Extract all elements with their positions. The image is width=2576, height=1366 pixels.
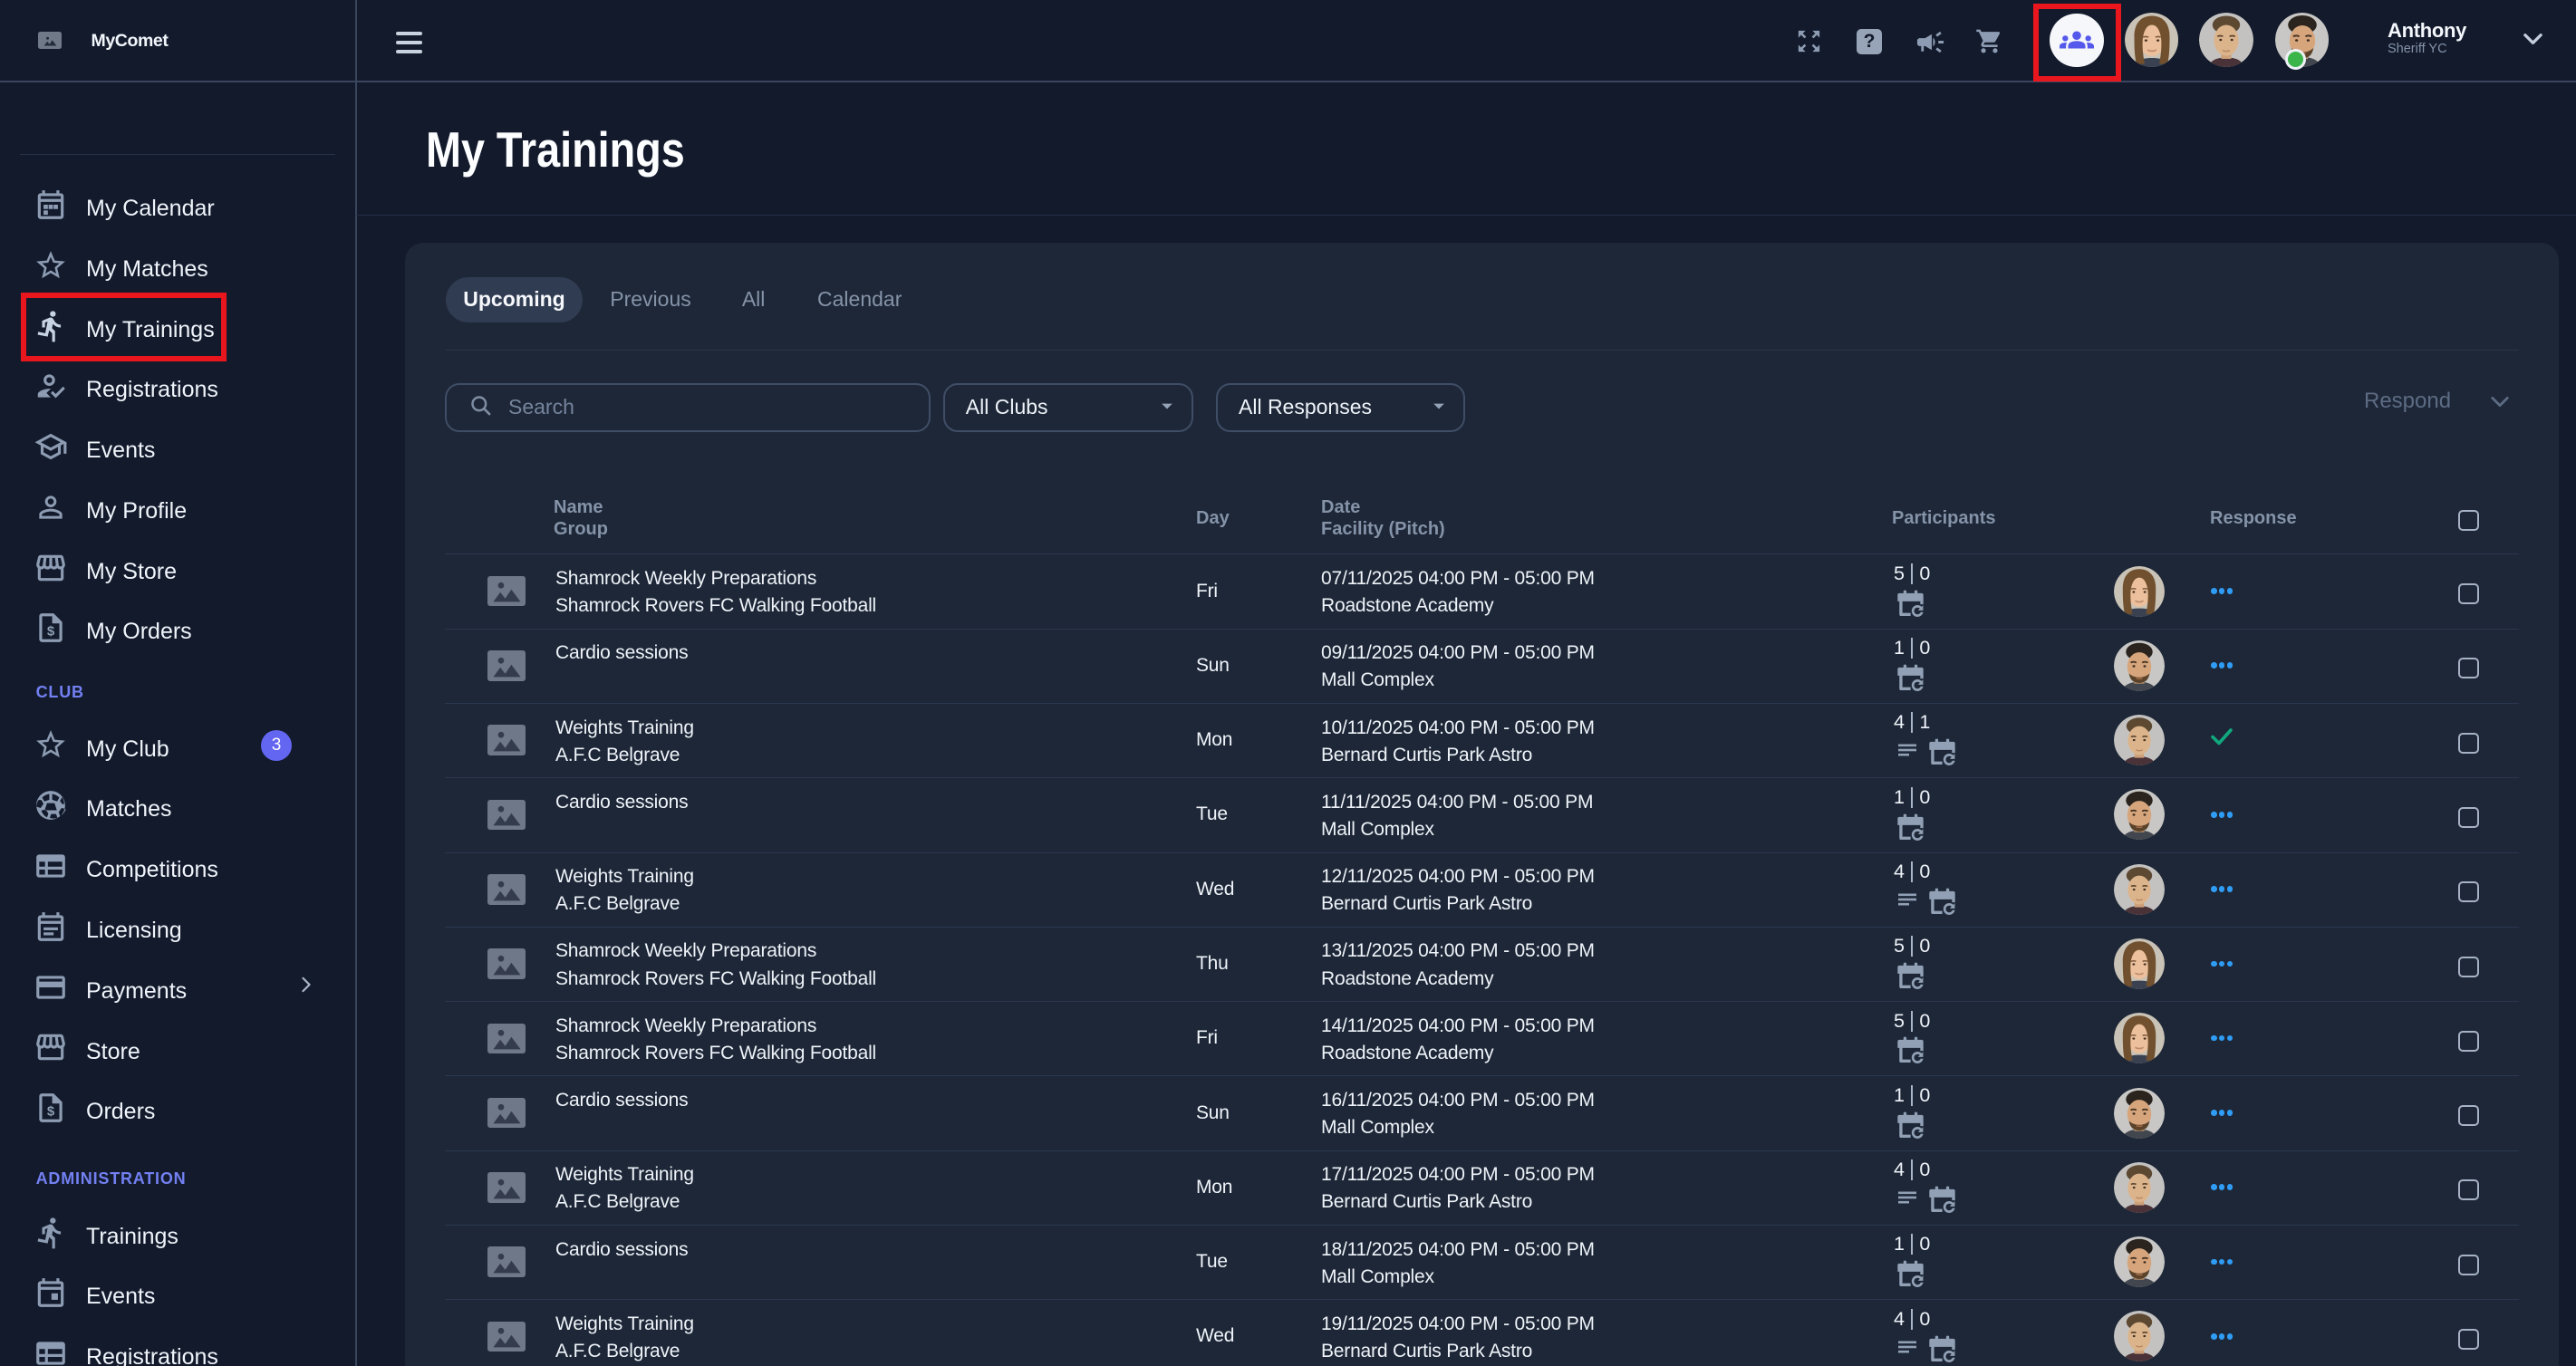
svg-text:$: $ xyxy=(47,1104,55,1120)
svg-text:$: $ xyxy=(47,624,55,640)
